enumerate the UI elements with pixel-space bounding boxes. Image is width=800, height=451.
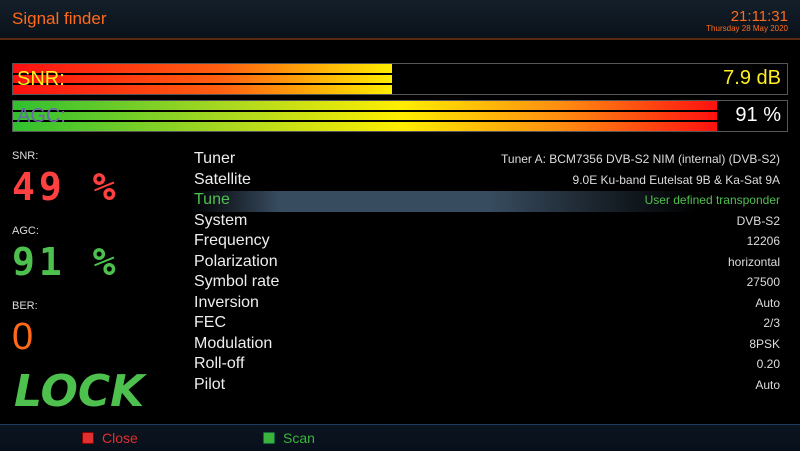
info-value: Tuner A: BCM7356 DVB-S2 NIM (internal) (… (501, 152, 780, 166)
snr-bar-stripe (13, 73, 787, 75)
info-row-inversion[interactable]: Inversion Auto (190, 294, 786, 315)
info-row-frequency[interactable]: Frequency 12206 (190, 232, 786, 253)
info-value: User defined transponder (644, 193, 780, 207)
snr-percent: 49 % (12, 165, 120, 209)
info-row-polarization[interactable]: Polarization horizontal (190, 253, 786, 274)
green-key-icon (263, 432, 275, 444)
ber-label: BER: (12, 300, 38, 312)
window-title: Signal finder (12, 9, 107, 28)
info-key: Frequency (194, 232, 270, 249)
date: Thursday 28 May 2020 (706, 24, 788, 33)
agc-bar-label: AGC: (17, 105, 66, 127)
info-key: Tuner (194, 150, 236, 167)
clock: 21:11:31 (730, 8, 788, 25)
snr-bar-value: 7.9 dB (723, 67, 781, 89)
info-row-modulation[interactable]: Modulation 8PSK (190, 335, 786, 356)
agc-percent: 91 % (12, 240, 120, 284)
info-row-tune[interactable]: Tune User defined transponder (190, 191, 786, 212)
agc-bar-stripe (13, 110, 787, 112)
scan-label: Scan (283, 430, 315, 446)
info-key: Symbol rate (194, 273, 280, 290)
scan-button[interactable]: Scan (263, 430, 315, 446)
agc-bar-stripe (13, 120, 787, 122)
info-row-tuner[interactable]: Tuner Tuner A: BCM7356 DVB-S2 NIM (intern… (190, 150, 786, 171)
info-value: 8PSK (749, 336, 780, 351)
info-value: 2/3 (763, 316, 780, 330)
info-key: Roll-off (194, 355, 245, 372)
info-value: 12206 (746, 234, 780, 248)
close-label: Close (102, 430, 138, 446)
agc-bar-value: 91 % (735, 104, 781, 126)
snr-bar-label: SNR: (17, 68, 65, 90)
agc-label: AGC: (12, 225, 39, 237)
agc-bar: AGC: 91 % (12, 100, 788, 132)
info-row-symbol-rate[interactable]: Symbol rate 27500 (190, 273, 786, 294)
info-value: DVB-S2 (736, 213, 780, 228)
lock-status: LOCK (14, 366, 145, 417)
info-key: Satellite (194, 170, 251, 188)
info-key: Tune (194, 191, 230, 208)
ber-value: 0 (12, 316, 38, 358)
info-value: 27500 (746, 275, 780, 289)
snr-bar-stripe (13, 83, 787, 85)
info-value: Auto (755, 295, 780, 310)
snr-label: SNR: (12, 150, 39, 162)
info-key: System (194, 211, 248, 229)
snr-bar: SNR: 7.9 dB (12, 63, 788, 95)
info-key: FEC (194, 314, 226, 331)
info-value: Auto (755, 377, 780, 392)
info-key: Polarization (194, 252, 278, 270)
footer: Close Scan (0, 424, 800, 451)
transponder-info-list: Tuner Tuner A: BCM7356 DVB-S2 NIM (intern… (190, 150, 786, 396)
info-value: 0.20 (756, 357, 780, 371)
info-row-pilot[interactable]: Pilot Auto (190, 376, 786, 397)
info-value: 9.0E Ku-band Eutelsat 9B & Ka-Sat 9A (572, 172, 780, 187)
info-key: Pilot (194, 375, 226, 393)
info-key: Inversion (194, 293, 259, 311)
header: Signal finder 21:11:31 Thursday 28 May 2… (0, 0, 800, 40)
info-row-satellite[interactable]: Satellite 9.0E Ku-band Eutelsat 9B & Ka-S… (190, 171, 786, 192)
agc-bar-fill (13, 101, 718, 131)
snr-bar-fill (13, 64, 393, 94)
info-row-system[interactable]: System DVB-S2 (190, 212, 786, 233)
info-row-roll-off[interactable]: Roll-off 0.20 (190, 355, 786, 376)
info-value: horizontal (727, 254, 780, 269)
info-row-fec[interactable]: FEC 2/3 (190, 314, 786, 335)
info-key: Modulation (194, 334, 273, 352)
close-button[interactable]: Close (82, 430, 138, 446)
red-key-icon (82, 432, 94, 444)
